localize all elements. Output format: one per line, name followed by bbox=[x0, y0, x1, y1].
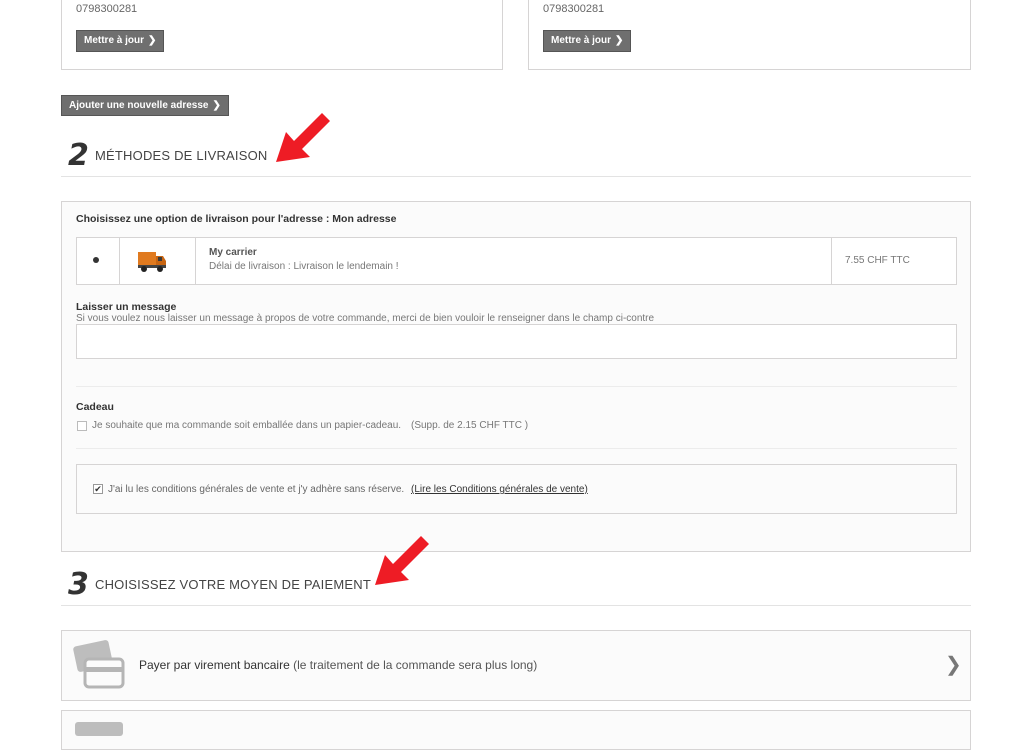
add-address-button[interactable]: Ajouter une nouvelle adresse ❯ bbox=[61, 95, 229, 116]
address-phone: 0798300281 bbox=[543, 3, 605, 15]
payment-option-next[interactable] bbox=[61, 710, 971, 750]
chevron-right-icon: ❯ bbox=[615, 35, 624, 46]
address-card-2: 0798300281 Mettre à jour ❯ bbox=[528, 0, 971, 70]
divider bbox=[76, 386, 957, 387]
carrier-name: My carrier bbox=[209, 247, 257, 258]
carrier-delay: Délai de livraison : Livraison le lendem… bbox=[209, 261, 399, 272]
gift-option: Je souhaite que ma commande soit emballé… bbox=[92, 420, 402, 431]
payment-label: Payer par virement bancaire (le traiteme… bbox=[139, 658, 537, 672]
message-label: Laisser un message bbox=[76, 301, 177, 313]
gift-label: Cadeau bbox=[76, 401, 114, 413]
step-2-title: MÉTHODES DE LIVRAISON bbox=[95, 148, 268, 163]
divider bbox=[61, 176, 971, 177]
terms-text: J'ai lu les conditions générales de vent… bbox=[108, 484, 405, 495]
message-hint: Si vous voulez nous laisser un message à… bbox=[76, 313, 655, 324]
card-icon bbox=[73, 640, 125, 689]
divider bbox=[831, 238, 832, 284]
update-address-button[interactable]: Mettre à jour ❯ bbox=[76, 30, 165, 52]
gift-checkbox[interactable] bbox=[77, 421, 87, 431]
chevron-right-icon: ❯ bbox=[148, 35, 157, 46]
chevron-right-icon: ❯ bbox=[212, 100, 221, 111]
carrier-radio[interactable] bbox=[93, 257, 99, 263]
annotation-arrow-icon bbox=[276, 113, 330, 162]
step-3-title: CHOISISSEZ VOTRE MOYEN DE PAIEMENT bbox=[95, 577, 371, 592]
delivery-panel: Choisissez une option de livraison pour … bbox=[61, 201, 971, 552]
step-3-number: 3 bbox=[68, 567, 89, 602]
truck-icon bbox=[138, 252, 166, 272]
step-2-number: 2 bbox=[68, 138, 89, 173]
delivery-heading: Choisissez une option de livraison pour … bbox=[76, 213, 397, 225]
message-textarea[interactable] bbox=[76, 324, 957, 359]
annotation-arrow-icon bbox=[375, 536, 429, 585]
carrier-option[interactable]: My carrier Délai de livraison : Livraiso… bbox=[76, 237, 957, 285]
address-card-1: 0798300281 Mettre à jour ❯ bbox=[61, 0, 503, 70]
divider bbox=[76, 448, 957, 449]
add-address-label: Ajouter une nouvelle adresse bbox=[69, 100, 209, 111]
card-icon bbox=[75, 722, 123, 736]
chevron-right-icon: ❯ bbox=[945, 654, 962, 676]
gift-supplement: (Supp. de 2.15 CHF TTC ) bbox=[411, 420, 529, 431]
divider bbox=[61, 605, 971, 606]
terms-link[interactable]: (Lire les Conditions générales de vente) bbox=[411, 484, 588, 495]
update-address-button[interactable]: Mettre à jour ❯ bbox=[543, 30, 632, 52]
payment-option-bank-transfer[interactable]: Payer par virement bancaire (le traiteme… bbox=[61, 630, 971, 701]
divider bbox=[119, 238, 120, 284]
carrier-price: 7.55 CHF TTC bbox=[845, 255, 910, 266]
payment-method-name: Payer par virement bancaire bbox=[139, 658, 290, 672]
update-address-label: Mettre à jour bbox=[551, 35, 612, 46]
address-phone: 0798300281 bbox=[76, 3, 138, 15]
divider bbox=[195, 238, 196, 284]
terms-box: ✔ J'ai lu les conditions générales de ve… bbox=[76, 464, 957, 514]
terms-checkbox[interactable]: ✔ bbox=[93, 484, 103, 494]
payment-method-note: (le traitement de la commande sera plus … bbox=[293, 658, 538, 672]
update-address-label: Mettre à jour bbox=[84, 35, 145, 46]
